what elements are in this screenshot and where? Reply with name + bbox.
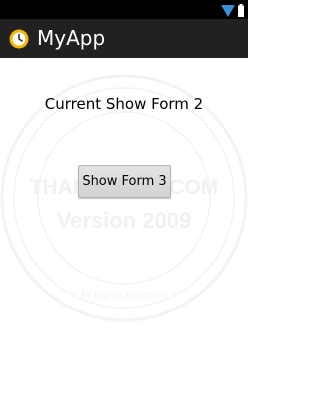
current-form-label: Current Show Form 2 xyxy=(44,95,204,113)
svg-text:Version 2009: Version 2009 xyxy=(57,208,192,233)
svg-text:All Rights Reserved: All Rights Reserved xyxy=(80,290,168,301)
main-content: THAICREATE.COM Version 2009 ThaiCreate.C… xyxy=(0,58,248,413)
status-bar xyxy=(0,0,248,19)
app-screen: MyApp THAICREATE.COM Version 2009 ThaiCr… xyxy=(0,0,248,413)
app-icon[interactable] xyxy=(9,29,29,49)
wifi-icon xyxy=(221,5,235,17)
action-bar: MyApp xyxy=(0,19,248,58)
show-form-3-button[interactable]: Show Form 3 xyxy=(78,165,171,198)
app-title: MyApp xyxy=(37,26,106,50)
status-icons xyxy=(221,3,244,17)
battery-icon xyxy=(238,4,244,17)
